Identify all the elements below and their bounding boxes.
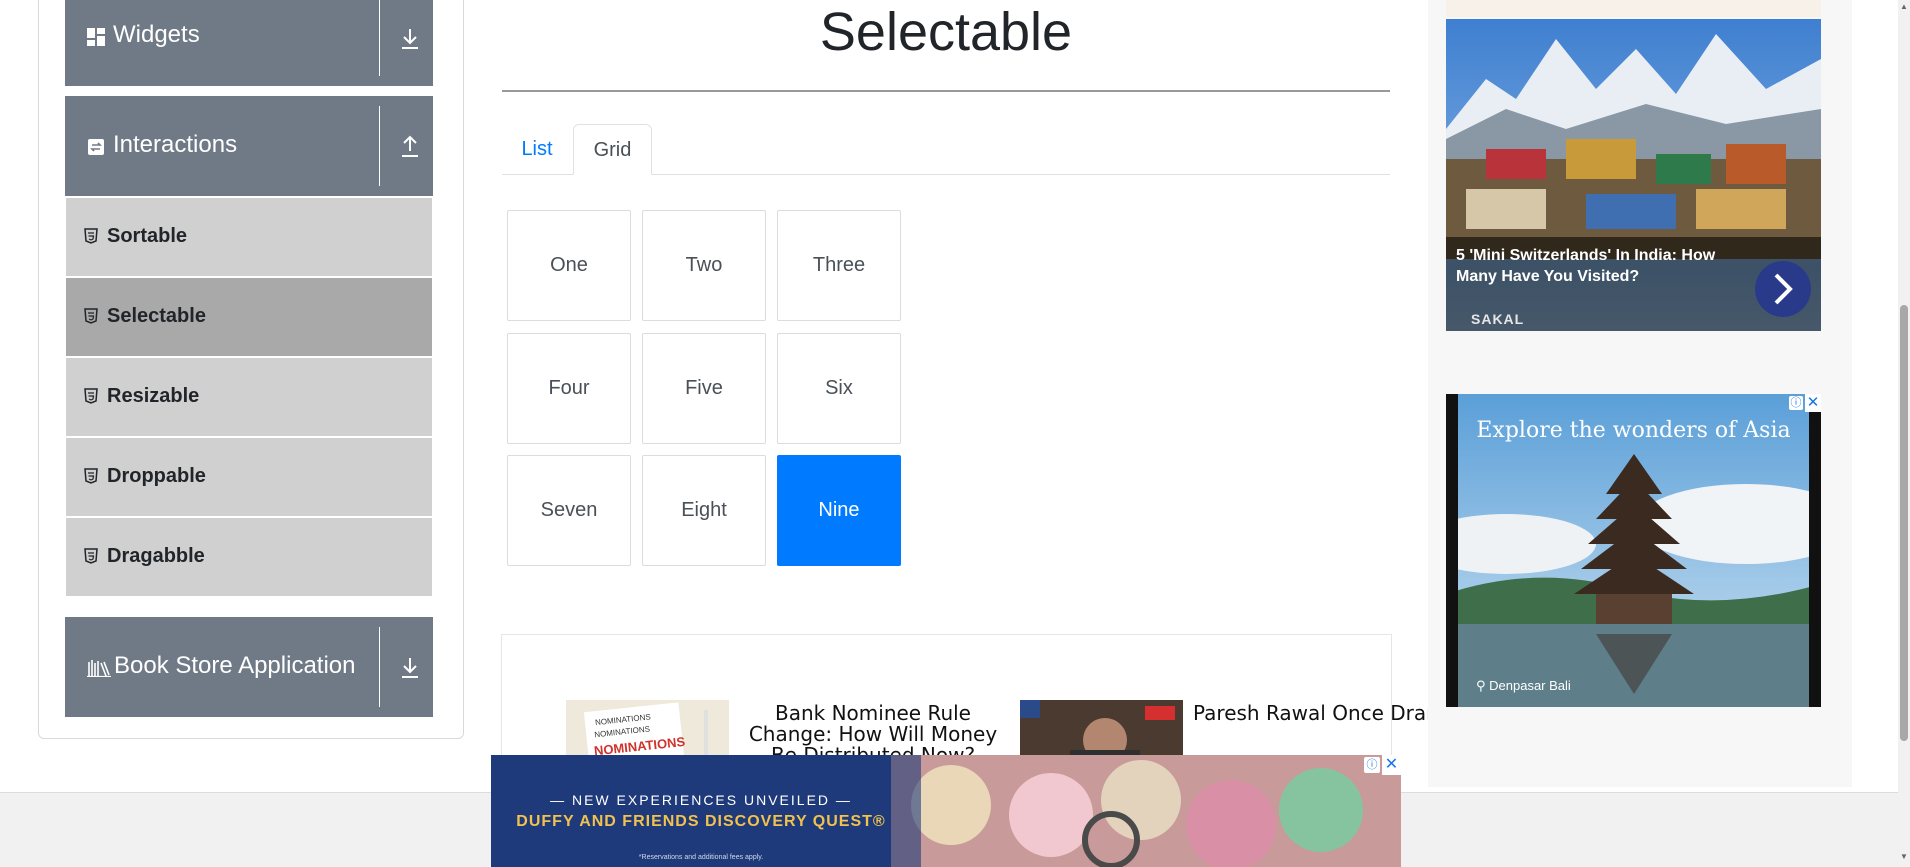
book-store-group-header[interactable]: Book Store Application — [65, 617, 433, 717]
grid-item-three[interactable]: Three — [777, 210, 901, 321]
separator — [379, 0, 380, 76]
news-thumbnail[interactable] — [1020, 700, 1183, 760]
ad-strip — [1446, 0, 1821, 17]
ad-location: ⚲ Denpasar Bali — [1476, 678, 1571, 694]
book-icon — [87, 659, 111, 678]
scrollbar-thumb[interactable] — [1900, 305, 1908, 741]
sidebar-item-label: Selectable — [107, 305, 206, 327]
tab-grid[interactable]: Grid — [573, 124, 652, 175]
news-title[interactable]: Paresh Rawal Once Drank Urine For Health — [1193, 703, 1433, 724]
ad-location-text: Denpasar Bali — [1489, 678, 1571, 693]
widgets-label: Widgets — [113, 21, 200, 48]
sidebar-item-resizable[interactable]: Resizable — [66, 358, 432, 436]
html5-icon — [84, 228, 98, 244]
ad-source: SAKAL — [1471, 311, 1525, 327]
download-icon[interactable] — [399, 656, 421, 680]
grid-item-five[interactable]: Five — [642, 333, 766, 444]
sidebar-item-selectable[interactable]: Selectable — [66, 278, 432, 356]
ad-fine-print: *Reservations and additional fees apply. — [638, 854, 764, 861]
interactions-icon — [87, 138, 105, 156]
ad-info-icon[interactable]: ⓘ — [1789, 396, 1803, 410]
grid-item-one[interactable]: One — [507, 210, 631, 321]
ad-headline: DUFFY AND FRIENDS DISCOVERY QUEST® — [516, 813, 886, 830]
page-title: Selectable — [819, 2, 1073, 62]
sidebar-item-label: Sortable — [107, 225, 188, 247]
title-divider — [502, 90, 1390, 92]
scroll-down-icon[interactable]: ▼ — [1900, 852, 1908, 861]
ad-close-icon[interactable]: ✕ — [1382, 755, 1401, 775]
news-thumbnail[interactable]: NOMINATIONS NOMINATIONS NOMINATIONS — [566, 700, 729, 760]
ad-banner-top[interactable]: 5 'Mini Switzerlands' In India: How Many… — [1446, 19, 1821, 331]
html5-icon — [84, 308, 98, 324]
tab-list[interactable]: List — [507, 124, 567, 174]
ad-close-icon[interactable]: ✕ — [1805, 394, 1821, 412]
html5-icon — [84, 548, 98, 564]
separator — [379, 627, 380, 707]
grid-item-four[interactable]: Four — [507, 333, 631, 444]
grid-item-eight[interactable]: Eight — [642, 455, 766, 566]
upload-icon[interactable] — [399, 135, 421, 159]
scroll-up-icon[interactable]: ▲ — [1900, 2, 1908, 11]
ad-banner-bottom[interactable]: Explore the wonders of Asia ⚲ Denpasar B… — [1446, 394, 1821, 707]
download-icon[interactable] — [399, 27, 421, 51]
widgets-group-header[interactable]: Widgets — [65, 0, 433, 86]
sidebar-item-dragabble[interactable]: Dragabble — [66, 518, 432, 596]
interactions-label: Interactions — [113, 131, 238, 158]
html5-icon — [84, 468, 98, 484]
sidebar-item-label: Resizable — [107, 385, 200, 407]
grid-item-nine[interactable]: Nine — [777, 455, 901, 566]
separator — [379, 106, 380, 186]
sidebar-item-label: Dragabble — [107, 545, 205, 567]
sidebar-item-sortable[interactable]: Sortable — [66, 198, 432, 276]
widgets-icon — [87, 28, 105, 46]
html5-icon — [84, 388, 98, 404]
ad-banner-bottom-sticky[interactable]: — NEW EXPERIENCES UNVEILED — DUFFY AND F… — [491, 755, 1401, 867]
book-store-label: Book Store Application — [114, 652, 356, 679]
sidebar-item-droppable[interactable]: Droppable — [66, 438, 432, 516]
ad-headline: Explore the wonders of Asia — [1476, 418, 1791, 443]
sidebar-item-label: Droppable — [107, 465, 206, 487]
grid-item-six[interactable]: Six — [777, 333, 901, 444]
grid-item-seven[interactable]: Seven — [507, 455, 631, 566]
ad-headline: 5 'Mini Switzerlands' In India: How Many… — [1456, 247, 1716, 285]
grid-item-two[interactable]: Two — [642, 210, 766, 321]
ad-kicker: — NEW EXPERIENCES UNVEILED — — [550, 792, 852, 808]
location-pin-icon: ⚲ — [1476, 678, 1490, 693]
interactions-group-header[interactable]: Interactions — [65, 96, 433, 196]
ad-info-icon[interactable]: ⓘ — [1364, 757, 1380, 773]
